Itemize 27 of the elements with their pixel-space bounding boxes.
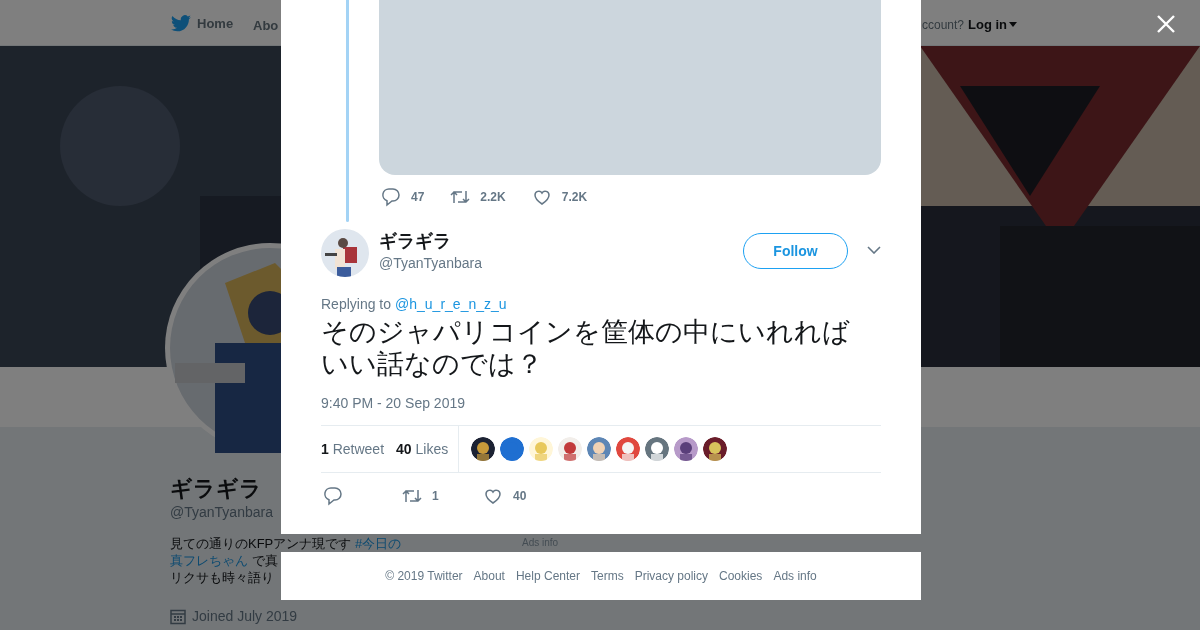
profile-handle: @TyanTyanbara	[170, 503, 273, 522]
retweet-count: 1	[432, 488, 439, 505]
nav-link[interactable]: Abo	[253, 16, 279, 36]
bio-text: リクサも時々語り	[170, 569, 274, 586]
reply-icon[interactable]	[323, 486, 343, 506]
footer-link[interactable]: About	[473, 567, 505, 585]
like-count[interactable]: 40 Likes	[396, 438, 449, 460]
bio-text: で真	[250, 552, 278, 569]
profile-name: ギラギラ	[170, 475, 262, 503]
footer-link[interactable]: Terms	[591, 567, 624, 585]
footer-link[interactable]: Help Center	[515, 567, 580, 585]
home-link[interactable]: Home	[197, 14, 234, 34]
copyright-text: © 2019 Twitter	[385, 568, 463, 585]
footer-link[interactable]: Ads info	[773, 567, 817, 585]
footer-link[interactable]: Cookies	[719, 567, 763, 585]
retweet-count[interactable]: 1 Retweet	[321, 438, 385, 460]
like-count: 40	[513, 488, 527, 505]
login-prompt: ccount?	[922, 16, 965, 34]
tweet-timestamp[interactable]: 9:40 PM - 20 Sep 2019	[321, 394, 881, 412]
calendar-icon	[170, 608, 186, 625]
close-icon[interactable]	[1157, 15, 1175, 33]
footer-link[interactable]: Privacy policy	[634, 567, 708, 585]
caret-icon	[1009, 22, 1018, 28]
like-icon[interactable]	[483, 486, 503, 506]
joined-date: Joined July 2019	[192, 607, 298, 626]
bio-text: 見ての通りのKFPアンナ現です	[170, 535, 353, 552]
login-button[interactable]: Log in	[968, 15, 1018, 35]
